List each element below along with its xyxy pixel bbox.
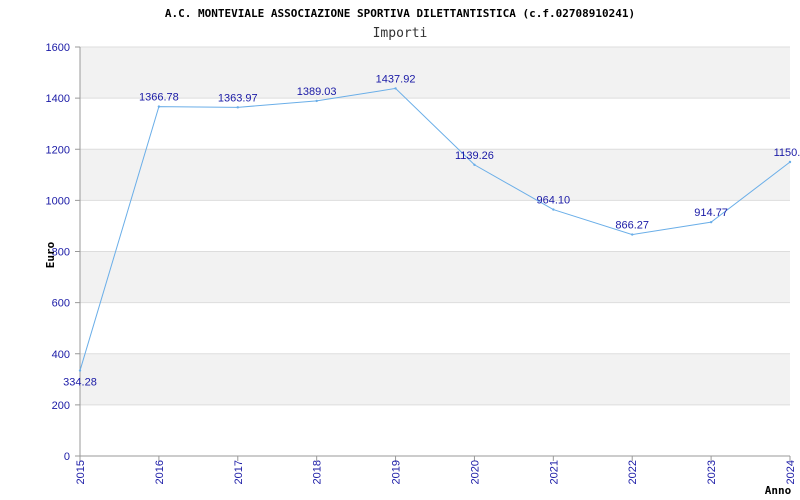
data-label: 334.28 <box>63 377 97 389</box>
y-tick-label: 1200 <box>46 144 70 156</box>
grid-band <box>80 353 790 405</box>
grid-band <box>80 149 790 201</box>
grid-band <box>80 251 790 303</box>
x-tick-label: 2022 <box>627 460 639 484</box>
chart-subtitle: Importi <box>373 26 428 41</box>
data-point <box>552 208 555 211</box>
data-label: 866.27 <box>615 220 649 232</box>
y-tick-label: 1000 <box>46 195 70 207</box>
x-tick-label: 2017 <box>233 460 245 484</box>
grid-band <box>80 98 790 150</box>
data-label: 914.77 <box>694 207 728 219</box>
chart-title: A.C. MONTEVIALE ASSOCIAZIONE SPORTIVA DI… <box>165 7 635 20</box>
grid-band <box>80 404 790 456</box>
data-point <box>236 106 239 109</box>
x-tick-label: 2015 <box>75 460 87 484</box>
data-point <box>157 105 161 108</box>
x-tick-label: 2016 <box>154 460 166 484</box>
data-point <box>631 233 634 236</box>
chart: A.C. MONTEVIALE ASSOCIAZIONE SPORTIVA DI… <box>44 7 800 497</box>
data-label: 964.10 <box>537 195 571 207</box>
data-point <box>709 220 713 224</box>
grid-band <box>80 200 790 252</box>
y-axis-label: Euro <box>44 241 57 268</box>
x-tick-label: 2024 <box>785 460 797 484</box>
x-tick-label: 2018 <box>312 460 324 484</box>
x-tick-label: 2020 <box>469 460 481 484</box>
data-label: 1363.97 <box>218 92 258 104</box>
x-tick-labels: 2015 2016 2017 2018 2019 2020 2021 2022 2023 2024 <box>75 456 797 484</box>
data-point <box>78 369 82 372</box>
y-tick-label: 1400 <box>46 93 70 105</box>
data-label: 1437.92 <box>376 73 416 85</box>
data-point <box>394 87 397 90</box>
data-point <box>315 99 318 103</box>
x-tick-label: 2021 <box>548 460 560 484</box>
y-tick-label: 0 <box>64 451 70 463</box>
data-point <box>473 163 476 166</box>
data-point <box>788 160 792 164</box>
grid-band <box>80 302 790 354</box>
y-tick-label: 600 <box>52 298 70 310</box>
data-label: 1139.26 <box>455 150 494 162</box>
x-tick-label: 2023 <box>706 460 718 484</box>
grid-band <box>80 47 790 99</box>
y-tick-label: 1600 <box>46 42 70 54</box>
x-axis-label: Anno <box>765 484 792 497</box>
data-label: 1389.03 <box>297 86 337 98</box>
data-label: 1366.78 <box>139 92 179 104</box>
data-label: 1150.1 <box>774 147 800 159</box>
y-tick-label: 400 <box>52 349 70 361</box>
y-tick-label: 200 <box>52 400 70 412</box>
x-tick-label: 2019 <box>391 460 403 484</box>
